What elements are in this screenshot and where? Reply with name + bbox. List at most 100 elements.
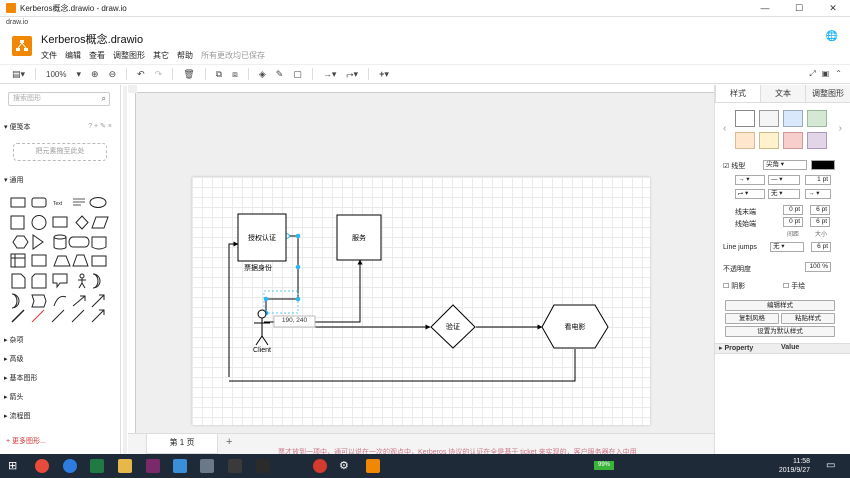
line-end-size[interactable]: 6 pt	[810, 217, 830, 227]
line-end-spacing[interactable]: 0 pt	[783, 217, 803, 227]
section-advanced[interactable]: ▸ 高级	[4, 354, 23, 364]
redo-icon[interactable]: ↷	[155, 69, 163, 80]
sketch-checkbox[interactable]: ☐ 手绘	[783, 281, 805, 291]
waypoints-icon[interactable]: ⮣▾	[346, 69, 358, 80]
folder-icon[interactable]	[118, 459, 132, 473]
section-flowchart[interactable]: ▸ 流程图	[4, 411, 30, 421]
chrome-icon[interactable]	[35, 459, 49, 473]
terminal-icon[interactable]	[228, 459, 242, 473]
zoom-dropdown-icon[interactable]: ▾	[77, 69, 82, 80]
fill-color-icon[interactable]: ◈	[259, 69, 266, 80]
delete-icon[interactable]: 🗑	[183, 69, 194, 80]
zoom-in-icon[interactable]: ⊕	[91, 69, 99, 80]
section-misc[interactable]: ▸ 杂项	[4, 335, 23, 345]
menu-arrange[interactable]: 调整图形	[113, 50, 145, 61]
arrow-start-select[interactable]: 无 ▾	[768, 189, 800, 199]
maximize-button[interactable]: ☐	[782, 0, 816, 17]
set-default-style-button[interactable]: 设置为默认样式	[725, 326, 835, 337]
selection-handle[interactable]	[295, 233, 301, 239]
app-blue-icon[interactable]	[173, 459, 187, 473]
tab-text[interactable]: 文本	[760, 85, 805, 102]
editor-icon[interactable]	[256, 459, 270, 473]
line-pattern-select[interactable]: — ▾	[768, 175, 800, 185]
tab-arrange[interactable]: 调整图形	[805, 85, 850, 102]
menu-view[interactable]: 查看	[89, 50, 105, 61]
fullscreen-icon[interactable]: ⤢	[809, 69, 815, 79]
menu-edit[interactable]: 编辑	[65, 50, 81, 61]
swatch-white[interactable]	[735, 110, 755, 127]
format-panel-icon[interactable]: ▣	[822, 69, 830, 79]
edge-client-to-service[interactable]	[264, 259, 363, 323]
selection-handle[interactable]	[295, 264, 301, 270]
collapse-icon[interactable]: ⌃	[835, 69, 842, 79]
app-red-icon[interactable]	[313, 459, 327, 473]
to-front-icon[interactable]: ⧉	[216, 69, 222, 80]
waypoint-select[interactable]: ⮣ ▾	[735, 189, 765, 199]
general-header[interactable]: ▾ 通用	[4, 175, 23, 185]
undo-icon[interactable]: ↶	[137, 69, 145, 80]
line-style-select[interactable]: 尖角 ▾	[763, 160, 807, 170]
swatch-blue[interactable]	[783, 110, 803, 127]
minimize-button[interactable]: —	[748, 0, 782, 17]
scratchpad-drop-area[interactable]: 把元素拖至此处	[13, 143, 107, 161]
opacity-input[interactable]: 100 %	[805, 262, 831, 272]
edit-style-button[interactable]: 编辑样式	[725, 300, 835, 311]
edge-icon[interactable]	[63, 459, 77, 473]
arrow-end-select[interactable]: → ▾	[805, 189, 831, 199]
sidebar-scrollbar[interactable]	[123, 86, 127, 454]
selection-handle[interactable]	[263, 296, 269, 302]
close-button[interactable]: ✕	[816, 0, 850, 17]
zoom-out-icon[interactable]: ⊖	[109, 69, 117, 80]
page-tab-1[interactable]: 第 1 页	[146, 434, 218, 454]
add-page-icon[interactable]: +	[226, 436, 232, 448]
menu-file[interactable]: 文件	[41, 50, 57, 61]
swatch-red[interactable]	[783, 132, 803, 149]
chevron-right-icon[interactable]: ›	[839, 123, 842, 134]
menu-help[interactable]: 帮助	[177, 50, 193, 61]
edge-client-to-auth[interactable]	[228, 241, 239, 377]
arrow-pattern-select[interactable]: → ▾	[735, 175, 765, 185]
line-checkbox[interactable]: ☑ 线型	[723, 161, 745, 171]
swatch-green[interactable]	[807, 110, 827, 127]
line-jumps-size[interactable]: 6 pt	[811, 242, 831, 252]
ide-icon[interactable]	[146, 459, 160, 473]
media-icon[interactable]	[200, 459, 214, 473]
section-basic[interactable]: ▸ 基本图形	[4, 373, 37, 383]
shape-palette[interactable]: Text	[10, 194, 110, 324]
edge-movie-loop[interactable]	[229, 349, 576, 382]
copy-style-button[interactable]: 复制风格	[725, 313, 779, 324]
line-start-spacing[interactable]: 0 pt	[783, 205, 803, 215]
line-jumps-select[interactable]: 无 ▾	[770, 242, 804, 252]
more-shapes-link[interactable]: + 更多图形...	[6, 436, 46, 446]
battery-indicator[interactable]: 99%	[594, 461, 614, 470]
diagram-svg[interactable]	[128, 85, 714, 433]
line-color-icon[interactable]: ✎	[276, 69, 284, 80]
line-width-input[interactable]: 1 pt	[805, 175, 831, 185]
search-input[interactable]: 搜索图形 ⌕	[8, 92, 110, 106]
swatch-yellow[interactable]	[759, 132, 779, 149]
chevron-left-icon[interactable]: ‹	[723, 123, 726, 134]
globe-icon[interactable]: 🌐	[826, 31, 838, 42]
zoom-select[interactable]: 100%	[46, 70, 66, 79]
insert-icon[interactable]: +▾	[379, 69, 389, 80]
connection-icon[interactable]: →▾	[323, 69, 337, 80]
panel-toggle-icon[interactable]: ▤▾	[12, 69, 25, 80]
diagram-canvas[interactable]: 授权认证 票据身份 服务 验证 看电影 Client 190, 240	[128, 85, 714, 433]
document-title[interactable]: Kerberos概念.drawio	[41, 31, 143, 47]
to-back-icon[interactable]: ⧈	[232, 69, 238, 80]
windows-start-icon[interactable]: ⊞	[8, 459, 22, 473]
notification-icon[interactable]: ▭	[826, 459, 840, 473]
swatch-purple[interactable]	[807, 132, 827, 149]
line-start-size[interactable]: 6 pt	[810, 205, 830, 215]
line-color-swatch[interactable]	[811, 160, 835, 170]
shadow-icon[interactable]: ▢	[293, 69, 302, 80]
paste-style-button[interactable]: 粘贴样式	[781, 313, 835, 324]
swatch-gray[interactable]	[759, 110, 779, 127]
client-actor[interactable]	[254, 309, 270, 346]
settings-icon[interactable]: ⚙	[339, 459, 353, 473]
swatch-orange[interactable]	[735, 132, 755, 149]
shadow-checkbox[interactable]: ☐ 阴影	[723, 281, 745, 291]
tab-style[interactable]: 样式	[715, 85, 760, 102]
drawio-taskbar-icon[interactable]	[366, 459, 380, 473]
scratchpad-tools[interactable]: ? + ✎ ×	[88, 122, 112, 130]
